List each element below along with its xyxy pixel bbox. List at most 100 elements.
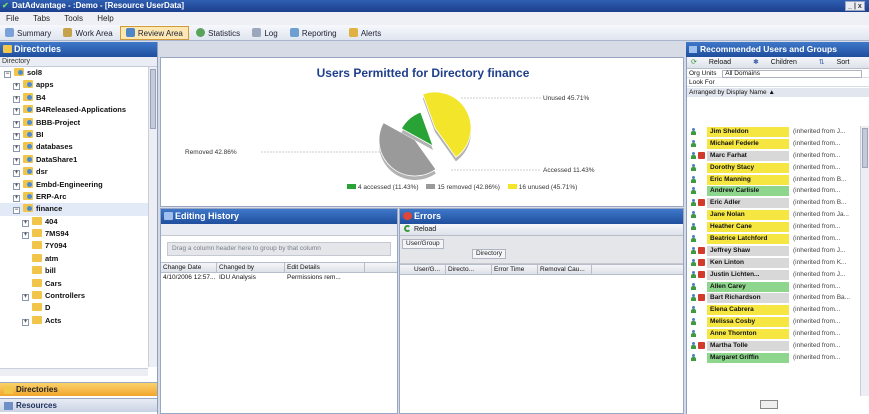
list-item[interactable]: Anne Thornton (inherited from...: [687, 328, 861, 340]
tree-item[interactable]: + B4: [0, 92, 148, 104]
sort-up-icon: ▲: [768, 89, 775, 96]
menu-tools[interactable]: Tools: [58, 12, 89, 25]
tree-item[interactable]: − sol8: [0, 67, 148, 79]
list-item[interactable]: Bart Richardson (inherited from Ba...: [687, 292, 861, 304]
tree-item[interactable]: Cars: [0, 278, 148, 290]
expand-icon[interactable]: +: [22, 318, 29, 326]
list-item[interactable]: Andrew Carlisle (inherited from...: [687, 185, 861, 197]
list-item[interactable]: Eric Manning (inherited from B...: [687, 174, 861, 186]
collapse-icon[interactable]: −: [13, 207, 20, 215]
expand-icon[interactable]: +: [13, 108, 20, 116]
group-directory-chip[interactable]: Directory: [472, 249, 507, 259]
tree-item[interactable]: D: [0, 302, 148, 314]
look-for-field[interactable]: Look For: [687, 78, 869, 87]
tree-item[interactable]: + Controllers: [0, 290, 148, 302]
list-item[interactable]: Margaret Griffin (inherited from...: [687, 352, 861, 364]
expand-icon[interactable]: +: [22, 219, 29, 227]
arrange-by-header[interactable]: Arranged by Display Name ▲: [687, 88, 869, 97]
list-item[interactable]: Elena Cabrera (inherited from...: [687, 304, 861, 316]
reload-button[interactable]: ⟳ Reload: [691, 59, 741, 66]
tree-item[interactable]: + DataShare1: [0, 154, 148, 166]
table-row[interactable]: 4/10/2006 12:57... IDU Analysis Permissi…: [161, 273, 397, 283]
list-item[interactable]: Martha Tolle (inherited from...: [687, 340, 861, 352]
list-item[interactable]: Allen Carey (inherited from...: [687, 281, 861, 293]
tree-vertical-scrollbar[interactable]: [148, 67, 157, 367]
column-user-group[interactable]: User/G...: [400, 265, 446, 274]
list-item[interactable]: Marc Farhat (inherited from...: [687, 150, 861, 162]
list-item[interactable]: Ken Linton (inherited from K...: [687, 257, 861, 269]
tree-item[interactable]: +404: [0, 216, 148, 228]
list-item[interactable]: Dorothy Stacy (inherited from...: [687, 162, 861, 174]
expand-icon[interactable]: +: [13, 145, 20, 153]
expand-icon[interactable]: +: [13, 120, 20, 128]
toolbar-summary-button[interactable]: Summary: [0, 27, 56, 41]
collapse-icon[interactable]: −: [4, 71, 11, 78]
directory-column-header[interactable]: Directory: [0, 57, 157, 67]
children-button[interactable]: ✱ Children: [753, 59, 807, 66]
toolbar-statistics-button[interactable]: Statistics: [191, 27, 245, 41]
history-group-drop-area[interactable]: Drag a column header here to group by th…: [167, 242, 391, 256]
list-item[interactable]: Melissa Cosby (inherited from...: [687, 316, 861, 328]
expand-icon[interactable]: +: [13, 157, 20, 165]
list-item[interactable]: Heather Cane (inherited from...: [687, 221, 861, 233]
tree-item[interactable]: + Embd-Engineering: [0, 179, 148, 191]
list-item[interactable]: Jane Nolan (inherited from Ja...: [687, 209, 861, 221]
tree-item[interactable]: 7Y094: [0, 240, 148, 252]
tree-item[interactable]: bill: [0, 265, 148, 277]
scrollbar-thumb[interactable]: [150, 69, 156, 129]
column-edit-details[interactable]: Edit Details: [285, 263, 365, 272]
tree-item[interactable]: + ERP-Arc: [0, 191, 148, 203]
list-item[interactable]: Michael Federle (inherited from...: [687, 138, 861, 150]
column-removal-cause[interactable]: Removal Cau...: [538, 265, 592, 274]
tree-item[interactable]: atm: [0, 253, 148, 265]
tree-item[interactable]: + BBB-Project: [0, 117, 148, 129]
menu-help[interactable]: Help: [91, 12, 119, 25]
tree-item[interactable]: + apps: [0, 79, 148, 91]
expand-icon[interactable]: +: [13, 194, 20, 202]
toolbar-alerts-button[interactable]: Alerts: [344, 27, 386, 41]
toolbar-review-area-button[interactable]: Review Area: [119, 26, 189, 40]
column-error-time[interactable]: Error Time: [492, 265, 538, 274]
list-item[interactable]: Jeffrey Shaw (inherited from J...: [687, 245, 861, 257]
tree-item[interactable]: + dsr: [0, 166, 148, 178]
menu-file[interactable]: File: [0, 12, 25, 25]
expand-icon[interactable]: +: [13, 95, 20, 103]
menu-tabs[interactable]: Tabs: [27, 12, 56, 25]
tree-item[interactable]: + Acts: [0, 315, 148, 327]
expand-icon[interactable]: +: [13, 132, 20, 140]
callout-label-unused: Unused 45.71%: [543, 95, 589, 102]
column-change-date[interactable]: Change Date: [161, 263, 217, 272]
nav-directories-button[interactable]: Directories: [0, 382, 157, 396]
nav-resources-button[interactable]: Resources: [0, 398, 157, 412]
sort-button[interactable]: ⇅ Sort: [819, 59, 860, 66]
expand-icon[interactable]: +: [13, 170, 20, 178]
list-item[interactable]: Eric Adler (inherited from B...: [687, 197, 861, 209]
column-changed-by[interactable]: Changed by: [217, 263, 285, 272]
expand-icon[interactable]: +: [13, 83, 20, 91]
toolbar-reporting-button[interactable]: Reporting: [285, 27, 342, 41]
scrollbar-thumb[interactable]: [862, 128, 868, 168]
list-item[interactable]: Justin Lichten... (inherited from J...: [687, 269, 861, 281]
column-directory[interactable]: Directo...: [446, 265, 492, 274]
expand-icon[interactable]: +: [22, 232, 29, 240]
window-controls[interactable]: _ | x: [845, 1, 865, 11]
tree-item[interactable]: +7MS94: [0, 228, 148, 240]
list-item[interactable]: Beatrice Latchford (inherited from...: [687, 233, 861, 245]
expand-icon[interactable]: +: [13, 182, 20, 190]
org-units-select[interactable]: All Domains: [722, 70, 863, 78]
tree-item[interactable]: + BI: [0, 129, 148, 141]
users-vertical-scrollbar[interactable]: [860, 126, 869, 396]
tree-item[interactable]: − finance: [0, 203, 148, 216]
user-icon: [690, 318, 697, 326]
user-icon: [690, 211, 697, 219]
expand-icon[interactable]: +: [22, 294, 29, 302]
toolbar-work-area-button[interactable]: Work Area: [58, 27, 117, 41]
tree-horizontal-scrollbar[interactable]: [0, 368, 148, 376]
list-item[interactable]: Jim Sheldon (inherited from J...: [687, 126, 861, 138]
errors-reload-button[interactable]: Reload: [400, 224, 683, 236]
pane-resize-grip-icon[interactable]: [760, 400, 778, 409]
group-user-group-chip[interactable]: User/Group: [402, 239, 444, 249]
tree-item[interactable]: + databases: [0, 141, 148, 153]
toolbar-log-button[interactable]: Log: [247, 27, 282, 41]
tree-item[interactable]: + B4Released-Applications: [0, 104, 148, 116]
